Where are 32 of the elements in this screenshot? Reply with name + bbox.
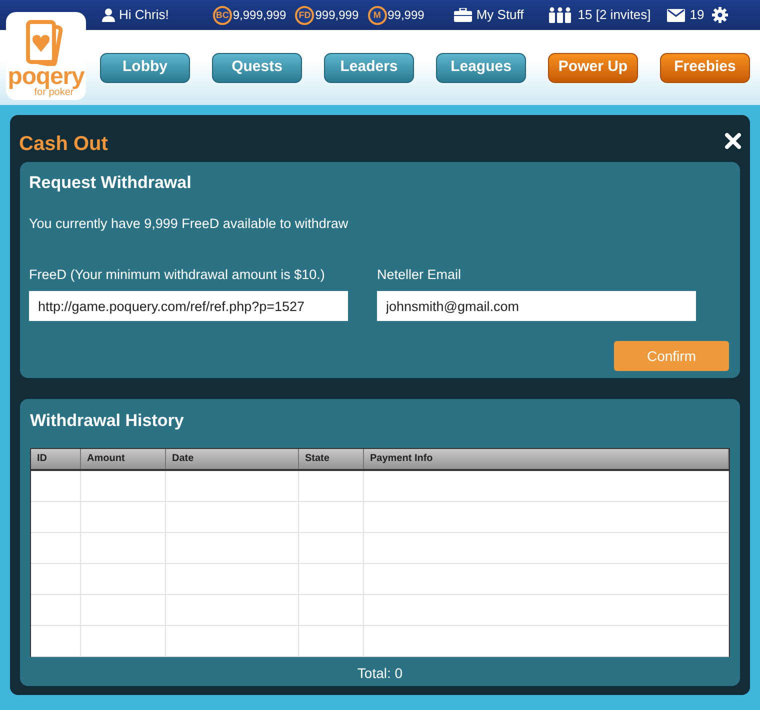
friends-count[interactable]: 15 [2 invites] (578, 5, 651, 25)
settings-icon[interactable] (712, 7, 728, 23)
dialog-title: Cash Out (19, 132, 108, 156)
field-label: FreeD (Your minimum withdrawal amount is $10.) (29, 266, 326, 284)
people-icon (548, 7, 572, 23)
balance-info: You currently have 9,999 FreeD available to withdraw (29, 214, 350, 233)
briefcase-icon (454, 8, 472, 22)
currency-amount: 999,999 (315, 7, 359, 24)
logo-tagline: for poker (34, 88, 74, 98)
column-header[interactable]: ID (31, 448, 81, 468)
panel-title: Request Withdrawal (29, 172, 192, 194)
currency-badge: BC (212, 6, 232, 24)
column-header[interactable]: Amount (81, 448, 166, 468)
user-icon (102, 8, 115, 22)
currency-badge: FD (295, 6, 314, 24)
text-field[interactable]: http://game.poquery.com/ref/ref.php?p=1527 (29, 291, 348, 321)
total-label: Total: 0 (357, 664, 403, 682)
column-header[interactable]: Payment Info (364, 448, 729, 468)
field-label: Neteller Email (377, 266, 462, 284)
greeting: Hi Chris! (119, 6, 169, 24)
logo-text: poqery (8, 66, 84, 88)
currency-amount: 9,999,999 (232, 7, 286, 24)
panel-title: Withdrawal History (30, 410, 185, 432)
column-header[interactable]: Date (166, 448, 299, 468)
envelope-icon (666, 8, 685, 22)
column-header[interactable]: State (299, 448, 364, 468)
text-field[interactable]: johnsmith@gmail.com (377, 291, 696, 321)
message-count[interactable]: 19 (690, 5, 704, 25)
close-icon[interactable] (725, 132, 741, 148)
currency-badge: M (368, 6, 387, 24)
my-stuff-link[interactable]: My Stuff (476, 5, 524, 25)
currency-amount: 99,999 (388, 7, 424, 24)
